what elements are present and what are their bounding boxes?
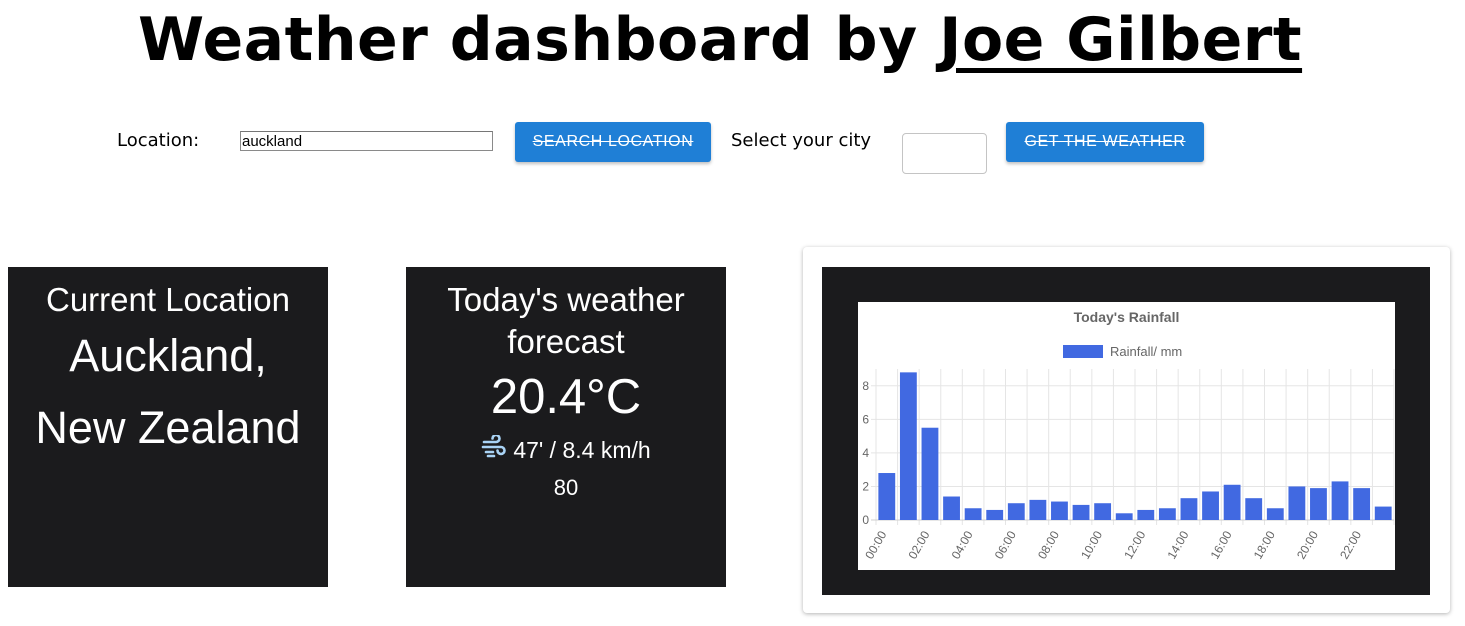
y-tick-label: 2 <box>862 479 869 493</box>
x-tick-label: 08:00 <box>1035 528 1062 561</box>
wind-value: 47' / 8.4 km/h <box>513 437 651 463</box>
wind-icon <box>481 433 507 465</box>
y-tick-label: 8 <box>862 379 869 393</box>
x-tick-label: 00:00 <box>862 528 889 561</box>
page-title: Weather dashboard by Joe Gilbert <box>0 2 1440 78</box>
y-tick-label: 4 <box>862 446 869 460</box>
x-tick-label: 16:00 <box>1208 528 1235 561</box>
rainfall-chart-card: Today's Rainfall Rainfall/ mm 0 2 4 6 8 00:0… <box>803 247 1450 613</box>
get-weather-button[interactable]: Get the weather <box>1006 122 1204 162</box>
rainfall-bar <box>943 496 960 520</box>
search-location-button[interactable]: Search Location <box>515 122 711 162</box>
legend-swatch <box>1063 345 1103 358</box>
x-tick-label: 14:00 <box>1164 528 1191 561</box>
rainfall-bar <box>899 372 917 520</box>
x-tick-label: 12:00 <box>1121 528 1148 561</box>
current-location-card: Current Location Auckland, New Zealand <box>8 267 328 587</box>
rainfall-chart-frame: Today's Rainfall Rainfall/ mm 0 2 4 6 8 00:0… <box>822 267 1430 595</box>
title-prefix: Weather dashboard by <box>137 5 940 75</box>
location-label: Location: <box>117 130 200 151</box>
x-tick-label: 10:00 <box>1078 528 1105 561</box>
rainfall-bar <box>1266 508 1284 520</box>
rainfall-bar <box>1180 498 1198 520</box>
location-search-input[interactable] <box>240 131 493 151</box>
rainfall-bar <box>1115 513 1133 520</box>
rainfall-bar <box>878 473 896 520</box>
rainfall-bar <box>1029 499 1047 520</box>
rainfall-bar <box>1245 498 1263 520</box>
rainfall-chart-svg: Today's Rainfall Rainfall/ mm 0 2 4 6 8 00:0… <box>862 309 1395 562</box>
legend-label: Rainfall/ mm <box>1110 344 1182 359</box>
rainfall-bar <box>1331 481 1349 520</box>
x-tick-label: 02:00 <box>905 528 932 561</box>
rainfall-bar <box>1353 488 1371 520</box>
y-tick-label: 6 <box>862 412 869 426</box>
rainfall-bar <box>1051 501 1068 520</box>
rainfall-bar <box>1310 488 1327 520</box>
rainfall-bar <box>1137 509 1155 520</box>
rainfall-chart: Today's Rainfall Rainfall/ mm 0 2 4 6 8 00:0… <box>858 302 1395 570</box>
rainfall-bar <box>921 427 939 520</box>
rainfall-bar <box>1094 503 1112 520</box>
x-tick-label: 04:00 <box>949 528 976 561</box>
current-location-heading: Current Location <box>46 281 290 318</box>
location-country: New Zealand <box>35 402 301 453</box>
rainfall-bar <box>1202 491 1219 520</box>
forecast-extra-value: 80 <box>553 475 579 500</box>
city-select-label: Select your city <box>731 130 872 151</box>
x-tick-label: 22:00 <box>1337 528 1364 561</box>
chart-title: Today's Rainfall <box>1074 309 1180 325</box>
rainfall-bar <box>986 509 1004 520</box>
x-tick-label: 18:00 <box>1251 528 1278 561</box>
forecast-card: Today's weather forecast 20.4°C 47' / 8.… <box>406 267 726 587</box>
rainfall-bar <box>1158 508 1176 520</box>
author-name: Joe Gilbert <box>939 5 1303 75</box>
city-select[interactable] <box>902 133 987 174</box>
rainfall-bar <box>1223 484 1241 520</box>
x-tick-label: 06:00 <box>992 528 1019 561</box>
rainfall-bar <box>964 508 982 520</box>
rainfall-bar <box>1374 506 1392 520</box>
wind-row: 47' / 8.4 km/h <box>406 433 726 465</box>
temperature-value: 20.4°C <box>490 370 642 424</box>
x-tick-label: 20:00 <box>1294 528 1321 561</box>
forecast-heading: Today's weather forecast <box>447 281 685 360</box>
rainfall-bar <box>1072 504 1090 520</box>
location-city: Auckland, <box>69 330 267 381</box>
y-tick-label: 0 <box>862 513 869 527</box>
rainfall-bar <box>1288 486 1306 520</box>
rainfall-bar <box>1007 503 1025 520</box>
